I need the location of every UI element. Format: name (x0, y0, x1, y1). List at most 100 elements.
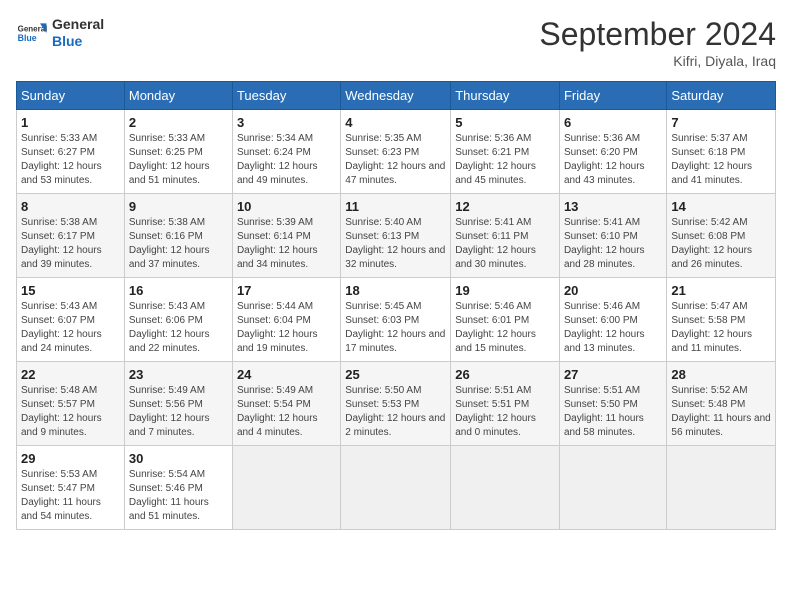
logo: General Blue General Blue (16, 16, 104, 50)
day-number: 27 (564, 367, 662, 382)
calendar-cell: 27 Sunrise: 5:51 AM Sunset: 5:50 PM Dayl… (559, 362, 666, 446)
day-detail: Sunrise: 5:52 AM Sunset: 5:48 PM Dayligh… (671, 384, 771, 440)
weekday-header: Monday (124, 82, 232, 110)
calendar-cell: 14 Sunrise: 5:42 AM Sunset: 6:08 PM Dayl… (667, 194, 776, 278)
day-number: 23 (129, 367, 228, 382)
day-number: 7 (671, 115, 771, 130)
calendar-cell: 4 Sunrise: 5:35 AM Sunset: 6:23 PM Dayli… (341, 110, 451, 194)
calendar-cell: 13 Sunrise: 5:41 AM Sunset: 6:10 PM Dayl… (559, 194, 666, 278)
calendar-cell: 6 Sunrise: 5:36 AM Sunset: 6:20 PM Dayli… (559, 110, 666, 194)
day-detail: Sunrise: 5:49 AM Sunset: 5:56 PM Dayligh… (129, 384, 228, 440)
page-header: General Blue General Blue September 2024… (16, 16, 776, 69)
day-number: 3 (237, 115, 336, 130)
calendar-row: 22 Sunrise: 5:48 AM Sunset: 5:57 PM Dayl… (17, 362, 776, 446)
day-detail: Sunrise: 5:44 AM Sunset: 6:04 PM Dayligh… (237, 300, 336, 356)
calendar-cell: 3 Sunrise: 5:34 AM Sunset: 6:24 PM Dayli… (232, 110, 340, 194)
calendar-row: 15 Sunrise: 5:43 AM Sunset: 6:07 PM Dayl… (17, 278, 776, 362)
calendar-cell: 12 Sunrise: 5:41 AM Sunset: 6:11 PM Dayl… (451, 194, 560, 278)
day-detail: Sunrise: 5:53 AM Sunset: 5:47 PM Dayligh… (21, 468, 120, 524)
calendar-cell: 25 Sunrise: 5:50 AM Sunset: 5:53 PM Dayl… (341, 362, 451, 446)
day-number: 9 (129, 199, 228, 214)
calendar-row: 29 Sunrise: 5:53 AM Sunset: 5:47 PM Dayl… (17, 446, 776, 530)
calendar-cell: 17 Sunrise: 5:44 AM Sunset: 6:04 PM Dayl… (232, 278, 340, 362)
calendar-cell: 5 Sunrise: 5:36 AM Sunset: 6:21 PM Dayli… (451, 110, 560, 194)
calendar-cell: 7 Sunrise: 5:37 AM Sunset: 6:18 PM Dayli… (667, 110, 776, 194)
calendar-cell (341, 446, 451, 530)
calendar-cell: 23 Sunrise: 5:49 AM Sunset: 5:56 PM Dayl… (124, 362, 232, 446)
day-number: 11 (345, 199, 446, 214)
day-detail: Sunrise: 5:48 AM Sunset: 5:57 PM Dayligh… (21, 384, 120, 440)
day-number: 14 (671, 199, 771, 214)
day-detail: Sunrise: 5:46 AM Sunset: 6:00 PM Dayligh… (564, 300, 662, 356)
calendar-cell: 20 Sunrise: 5:46 AM Sunset: 6:00 PM Dayl… (559, 278, 666, 362)
day-number: 22 (21, 367, 120, 382)
day-detail: Sunrise: 5:34 AM Sunset: 6:24 PM Dayligh… (237, 132, 336, 188)
day-detail: Sunrise: 5:36 AM Sunset: 6:21 PM Dayligh… (455, 132, 555, 188)
day-detail: Sunrise: 5:38 AM Sunset: 6:16 PM Dayligh… (129, 216, 228, 272)
day-number: 21 (671, 283, 771, 298)
day-detail: Sunrise: 5:39 AM Sunset: 6:14 PM Dayligh… (237, 216, 336, 272)
day-number: 20 (564, 283, 662, 298)
logo-blue: Blue (52, 33, 104, 50)
day-detail: Sunrise: 5:42 AM Sunset: 6:08 PM Dayligh… (671, 216, 771, 272)
logo-general: General (52, 16, 104, 33)
weekday-header: Thursday (451, 82, 560, 110)
day-number: 18 (345, 283, 446, 298)
day-number: 2 (129, 115, 228, 130)
day-number: 24 (237, 367, 336, 382)
day-detail: Sunrise: 5:38 AM Sunset: 6:17 PM Dayligh… (21, 216, 120, 272)
calendar-cell (232, 446, 340, 530)
title-block: September 2024 Kifri, Diyala, Iraq (539, 16, 776, 69)
day-number: 26 (455, 367, 555, 382)
day-detail: Sunrise: 5:46 AM Sunset: 6:01 PM Dayligh… (455, 300, 555, 356)
day-number: 17 (237, 283, 336, 298)
month-title: September 2024 (539, 16, 776, 53)
calendar-cell: 16 Sunrise: 5:43 AM Sunset: 6:06 PM Dayl… (124, 278, 232, 362)
weekday-header: Wednesday (341, 82, 451, 110)
calendar-cell: 9 Sunrise: 5:38 AM Sunset: 6:16 PM Dayli… (124, 194, 232, 278)
calendar-cell: 8 Sunrise: 5:38 AM Sunset: 6:17 PM Dayli… (17, 194, 125, 278)
day-detail: Sunrise: 5:45 AM Sunset: 6:03 PM Dayligh… (345, 300, 446, 356)
day-detail: Sunrise: 5:54 AM Sunset: 5:46 PM Dayligh… (129, 468, 228, 524)
day-number: 16 (129, 283, 228, 298)
day-detail: Sunrise: 5:43 AM Sunset: 6:06 PM Dayligh… (129, 300, 228, 356)
day-detail: Sunrise: 5:41 AM Sunset: 6:10 PM Dayligh… (564, 216, 662, 272)
day-number: 19 (455, 283, 555, 298)
day-number: 6 (564, 115, 662, 130)
weekday-header: Sunday (17, 82, 125, 110)
weekday-header: Tuesday (232, 82, 340, 110)
weekday-header: Friday (559, 82, 666, 110)
calendar-cell: 15 Sunrise: 5:43 AM Sunset: 6:07 PM Dayl… (17, 278, 125, 362)
calendar-cell: 21 Sunrise: 5:47 AM Sunset: 5:58 PM Dayl… (667, 278, 776, 362)
day-detail: Sunrise: 5:37 AM Sunset: 6:18 PM Dayligh… (671, 132, 771, 188)
day-detail: Sunrise: 5:43 AM Sunset: 6:07 PM Dayligh… (21, 300, 120, 356)
day-detail: Sunrise: 5:33 AM Sunset: 6:25 PM Dayligh… (129, 132, 228, 188)
day-number: 5 (455, 115, 555, 130)
day-detail: Sunrise: 5:47 AM Sunset: 5:58 PM Dayligh… (671, 300, 771, 356)
calendar-cell: 10 Sunrise: 5:39 AM Sunset: 6:14 PM Dayl… (232, 194, 340, 278)
day-number: 4 (345, 115, 446, 130)
calendar-cell (451, 446, 560, 530)
day-number: 8 (21, 199, 120, 214)
day-detail: Sunrise: 5:51 AM Sunset: 5:51 PM Dayligh… (455, 384, 555, 440)
calendar-cell: 19 Sunrise: 5:46 AM Sunset: 6:01 PM Dayl… (451, 278, 560, 362)
calendar-cell: 18 Sunrise: 5:45 AM Sunset: 6:03 PM Dayl… (341, 278, 451, 362)
day-number: 25 (345, 367, 446, 382)
day-detail: Sunrise: 5:33 AM Sunset: 6:27 PM Dayligh… (21, 132, 120, 188)
day-detail: Sunrise: 5:49 AM Sunset: 5:54 PM Dayligh… (237, 384, 336, 440)
weekday-header: Saturday (667, 82, 776, 110)
calendar-cell: 2 Sunrise: 5:33 AM Sunset: 6:25 PM Dayli… (124, 110, 232, 194)
calendar-cell: 11 Sunrise: 5:40 AM Sunset: 6:13 PM Dayl… (341, 194, 451, 278)
logo-icon: General Blue (16, 17, 48, 49)
calendar-cell (667, 446, 776, 530)
day-number: 15 (21, 283, 120, 298)
day-detail: Sunrise: 5:41 AM Sunset: 6:11 PM Dayligh… (455, 216, 555, 272)
day-number: 29 (21, 451, 120, 466)
header-row: SundayMondayTuesdayWednesdayThursdayFrid… (17, 82, 776, 110)
calendar-row: 8 Sunrise: 5:38 AM Sunset: 6:17 PM Dayli… (17, 194, 776, 278)
day-detail: Sunrise: 5:51 AM Sunset: 5:50 PM Dayligh… (564, 384, 662, 440)
calendar-cell: 29 Sunrise: 5:53 AM Sunset: 5:47 PM Dayl… (17, 446, 125, 530)
location: Kifri, Diyala, Iraq (539, 53, 776, 69)
day-number: 30 (129, 451, 228, 466)
day-detail: Sunrise: 5:40 AM Sunset: 6:13 PM Dayligh… (345, 216, 446, 272)
